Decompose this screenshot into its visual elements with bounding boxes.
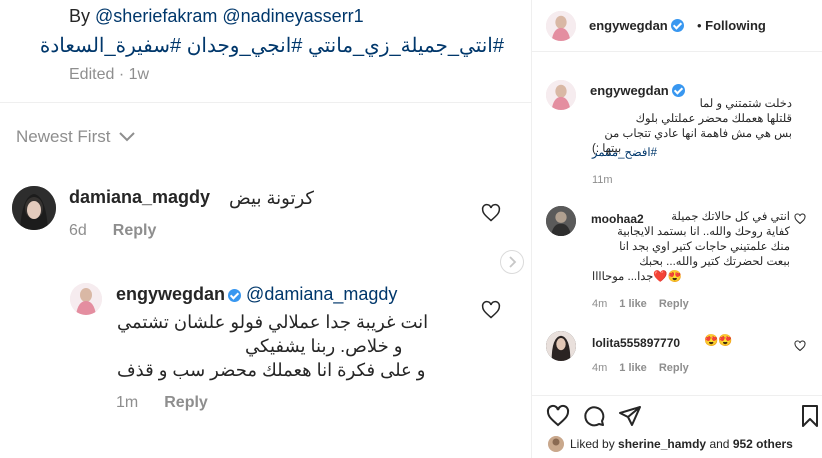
post-author: engywegdan (589, 18, 684, 33)
comment-meta: 4m 1 like Reply (592, 298, 689, 310)
comment-time: 6d (69, 222, 87, 239)
avatar[interactable] (546, 11, 576, 41)
comment-line: كفاية روحك والله.. انا بستمد الايجابية (617, 226, 790, 238)
reply-button[interactable]: Reply (164, 394, 208, 412)
reply-button[interactable]: Reply (113, 222, 157, 240)
comment-bubble-icon[interactable] (582, 404, 606, 428)
chevron-down-icon (119, 132, 136, 142)
avatar[interactable] (546, 80, 576, 110)
comment-username[interactable]: lolita555897770 (592, 336, 680, 350)
comment-text-line: انت غريبة جدا عملالي فولو علشان تشتمي (117, 312, 429, 332)
sort-label: Newest First (16, 127, 111, 146)
caption-line: بس هي مش فاهمة انها عادي تتجاب من (604, 128, 792, 140)
comment-meta: 1m Reply (116, 394, 208, 412)
heart-icon[interactable] (794, 213, 806, 225)
likes-count[interactable]: 1 like (619, 298, 647, 310)
like-heart-icon[interactable] (546, 404, 570, 428)
heart-icon[interactable] (794, 340, 806, 352)
caption-time: 11m (592, 174, 613, 186)
caption-credit: By @sheriefakram @nadineyasserr1 (69, 6, 364, 26)
caption-line: قلتلها هعملك محضر عملتلي بلوك (635, 113, 792, 125)
credit-mentions[interactable]: @sheriefakram @nadineyasserr1 (95, 6, 364, 26)
sort-dropdown[interactable]: Newest First (16, 127, 136, 147)
edited-timestamp: Edited · 1w (69, 66, 150, 83)
chevron-right-icon (509, 256, 517, 268)
comment-line: 😍❤️جدا... موحاااا (592, 271, 683, 283)
comment-username[interactable]: damiana_magdy (69, 187, 210, 208)
post-sidebar: engywegdan • Following engywegdan دخلت ش… (531, 0, 822, 458)
verified-badge-icon (670, 19, 684, 32)
likes-others[interactable]: 952 others (733, 437, 793, 451)
post-actions-bar (532, 395, 822, 435)
comment-meta: 6d Reply (69, 222, 156, 240)
avatar[interactable] (12, 186, 56, 230)
comments-zoom-panel: By @sheriefakram @nadineyasserr1 #انتي_ج… (0, 0, 531, 458)
liked-by-user[interactable]: sherine_hamdy (618, 437, 706, 451)
likes-count[interactable]: 1 like (619, 362, 647, 374)
liked-by-line: Liked by sherine_hamdy and 952 others (548, 436, 793, 452)
comment-line: انتي في كل حالاتك جميلة (671, 211, 790, 223)
divider (0, 102, 531, 103)
comment-text-line: و خلاص. ربنا يشفيكي (245, 336, 403, 356)
heart-icon[interactable] (481, 203, 501, 223)
share-send-icon[interactable] (618, 404, 642, 428)
avatar[interactable] (548, 436, 564, 452)
save-bookmark-icon[interactable] (798, 404, 822, 428)
caption-hashtags[interactable]: #انتي_جميلة_زي_مانتي #انجي_وجدان #سفيرة_… (40, 33, 504, 58)
comment-username: engywegdan @damiana_magdy (116, 284, 398, 304)
comment-line: ببعت لحضرتك كتير والله... بحبك (639, 256, 790, 268)
post-header: engywegdan • Following (532, 0, 822, 52)
comment-text: 😍😍 (704, 335, 733, 347)
reply-button[interactable]: Reply (659, 362, 689, 374)
comment-text-line: و على فكرة انا هعملك محضر سب و قذف (117, 360, 426, 380)
comment-line: منك علمتيني حاجات كتير اوي بجد انا (619, 241, 790, 253)
reply-button[interactable]: Reply (659, 298, 689, 310)
comment-meta: 4m 1 like Reply (592, 362, 689, 374)
caption-author: engywegdan (590, 83, 685, 98)
avatar[interactable] (546, 331, 576, 361)
avatar[interactable] (70, 283, 102, 315)
scroll-right-button[interactable] (500, 250, 524, 274)
caption-line: دخلت شتمتني و لما (699, 98, 792, 110)
heart-icon[interactable] (481, 300, 501, 320)
avatar[interactable] (546, 206, 576, 236)
verified-badge-icon (671, 84, 685, 97)
comment-text: كرتونة بيض (229, 188, 314, 208)
following-button[interactable]: • Following (697, 18, 766, 33)
verified-badge-icon (228, 289, 242, 302)
comment-time: 1m (116, 394, 139, 411)
comment-mention[interactable]: @damiana_magdy (246, 284, 397, 304)
caption-hashtag[interactable]: #افضح_متنمر (592, 146, 657, 161)
comment-username[interactable]: moohaa2 (591, 212, 644, 226)
